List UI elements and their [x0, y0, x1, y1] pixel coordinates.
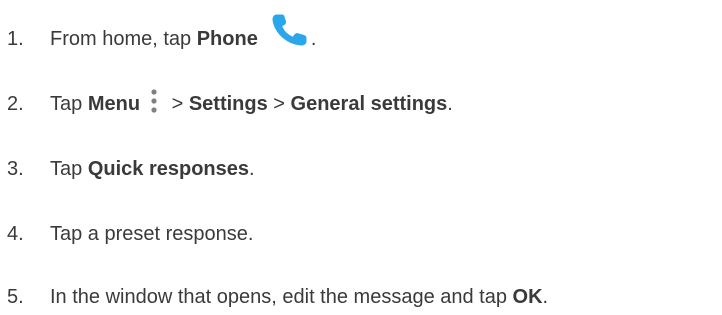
- step-3: 3. Tap Quick responses .: [7, 154, 255, 184]
- quick-responses-label: Quick responses: [87, 158, 249, 180]
- step-number: 5.: [7, 286, 24, 308]
- step-1: 1. From home, tap Phone .: [7, 14, 317, 54]
- step-text-end: .: [542, 286, 549, 308]
- menu-label: Menu: [87, 93, 141, 115]
- step-text-end: .: [310, 28, 317, 50]
- step-number: 4.: [7, 223, 24, 245]
- step-text-end: .: [249, 158, 255, 180]
- ok-label: OK: [512, 286, 543, 308]
- general-settings-label: General settings: [290, 93, 448, 115]
- step-text: Tap a preset response.: [50, 223, 254, 245]
- phone-label: Phone: [196, 28, 258, 50]
- step-number: 3.: [7, 158, 24, 180]
- step-number: 1.: [7, 28, 24, 50]
- separator: >: [267, 93, 291, 115]
- step-text: Tap: [50, 93, 88, 115]
- step-text-end: .: [447, 93, 453, 115]
- step-4: 4. Tap a preset response.: [7, 219, 253, 249]
- step-text: In the window that opens, edit the messa…: [50, 286, 513, 308]
- separator: >: [166, 93, 189, 115]
- settings-label: Settings: [188, 93, 268, 115]
- step-2: 2. Tap Menu > Settings > General setting…: [7, 89, 453, 119]
- menu-icon: [150, 88, 158, 114]
- step-number: 2.: [7, 93, 24, 115]
- phone-icon: [270, 11, 310, 51]
- step-5: 5. In the window that opens, edit the me…: [7, 282, 548, 312]
- step-text: Tap: [50, 158, 88, 180]
- step-text: From home, tap: [50, 28, 197, 50]
